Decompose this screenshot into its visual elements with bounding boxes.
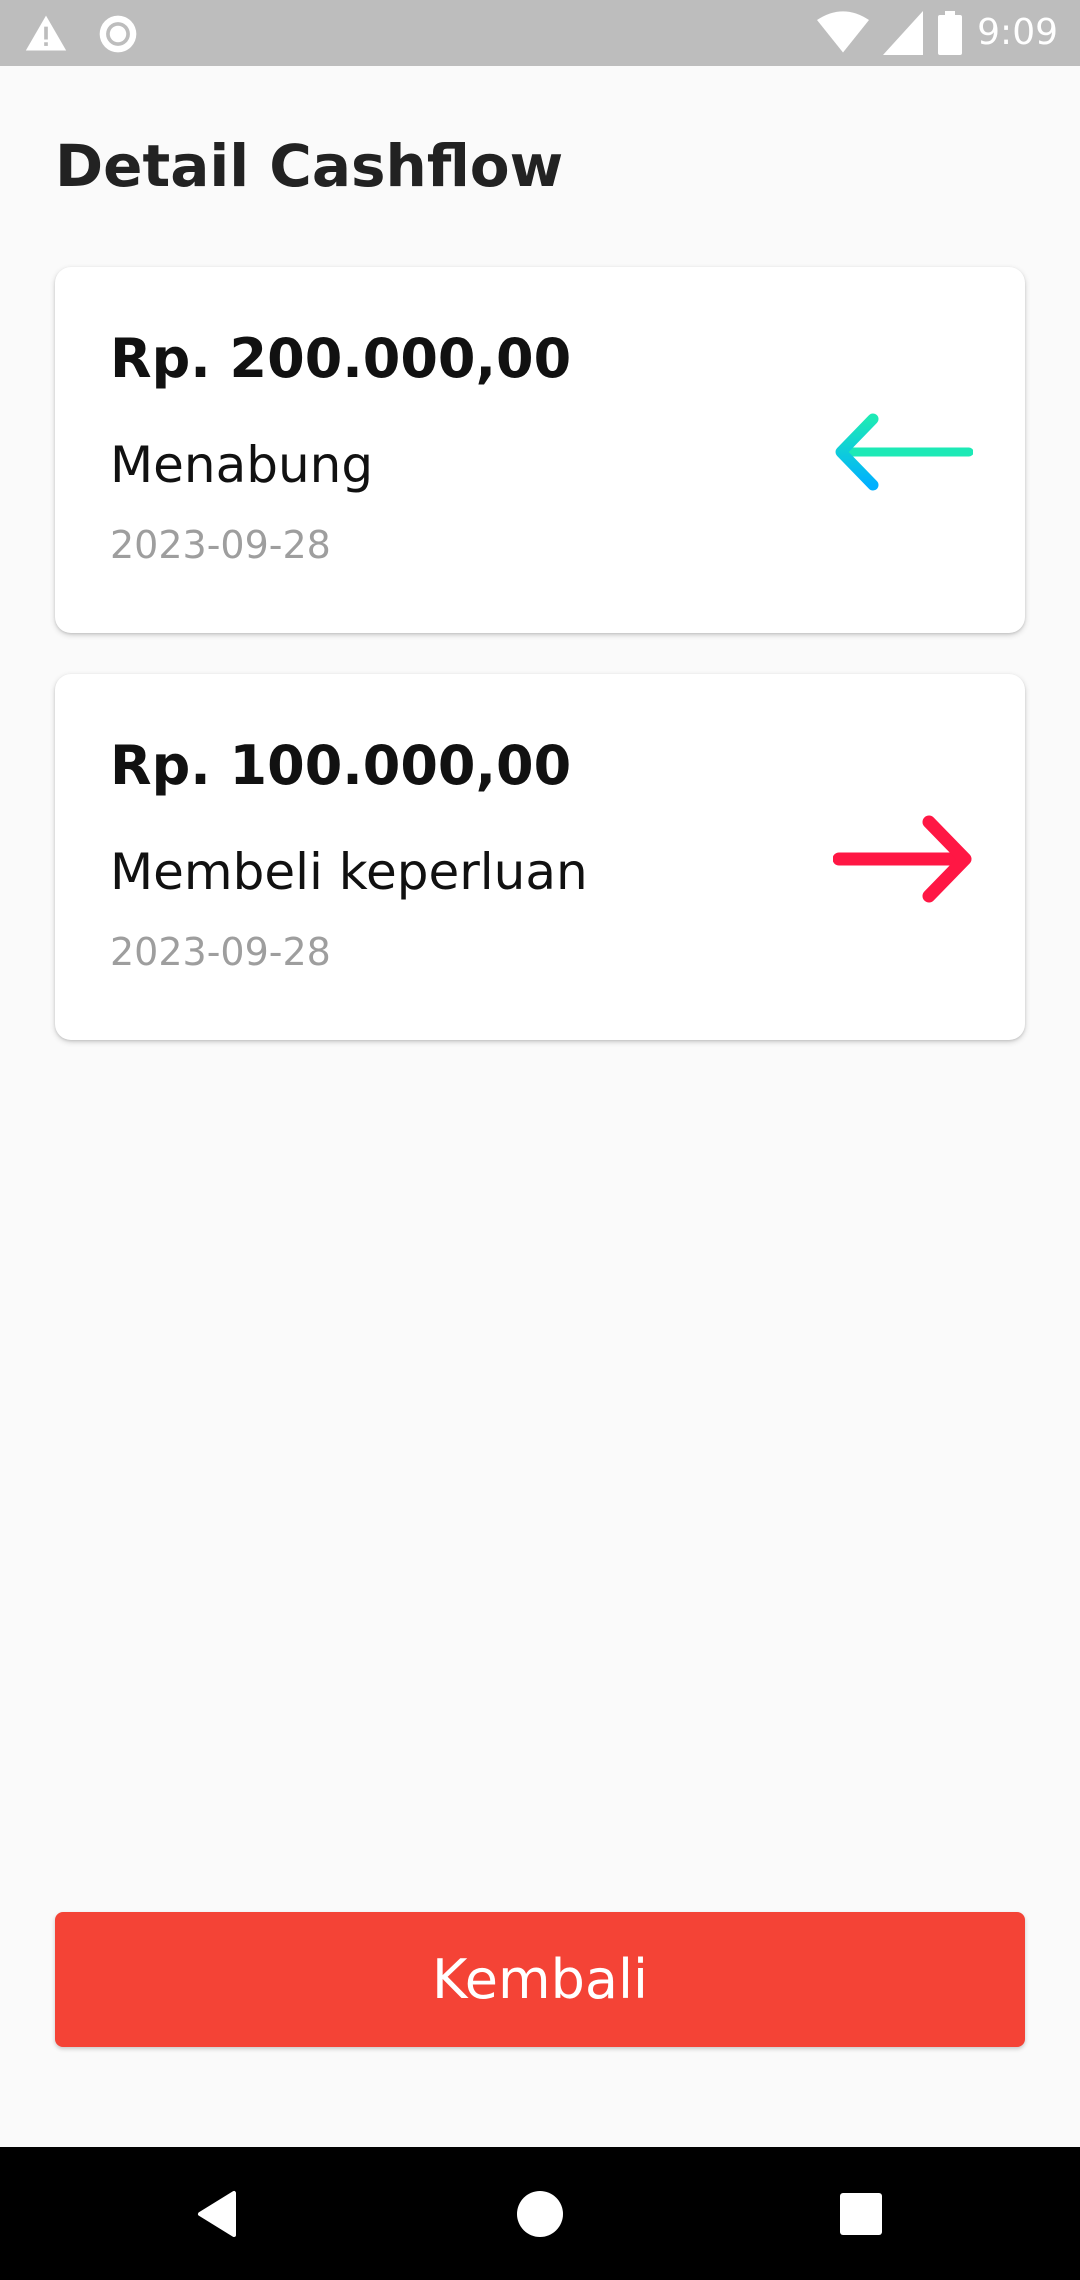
transaction-card[interactable]: Rp. 200.000,00 Menabung 2023-09-28: [55, 267, 1025, 633]
nav-bar: [0, 2147, 1080, 2280]
signal-icon: [883, 11, 924, 55]
transaction-amount: Rp. 200.000,00: [110, 327, 572, 390]
transaction-date: 2023-09-28: [110, 930, 331, 974]
battery-icon: [938, 11, 963, 55]
status-time: 9:09: [977, 12, 1058, 53]
page-title: Detail Cashflow: [55, 132, 564, 200]
transaction-card[interactable]: Rp. 100.000,00 Membeli keperluan 2023-09…: [55, 674, 1025, 1040]
arrow-left-icon: [835, 413, 973, 491]
home-icon[interactable]: [507, 2181, 573, 2247]
status-right: 9:09: [817, 10, 1058, 56]
back-icon[interactable]: [186, 2181, 252, 2247]
transaction-amount: Rp. 100.000,00: [110, 734, 572, 797]
alert-icon: [25, 15, 67, 51]
status-left-icons: [24, 12, 140, 56]
transaction-description: Membeli keperluan: [110, 843, 588, 901]
arrow-right-icon: [833, 815, 972, 903]
wifi-icon: [817, 11, 870, 53]
sync-icon: [99, 15, 137, 53]
transaction-date: 2023-09-28: [110, 523, 331, 567]
back-button[interactable]: Kembali: [55, 1912, 1025, 2047]
status-bar: 9:09: [0, 0, 1080, 66]
recents-icon[interactable]: [828, 2181, 894, 2247]
transaction-description: Menabung: [110, 436, 374, 494]
